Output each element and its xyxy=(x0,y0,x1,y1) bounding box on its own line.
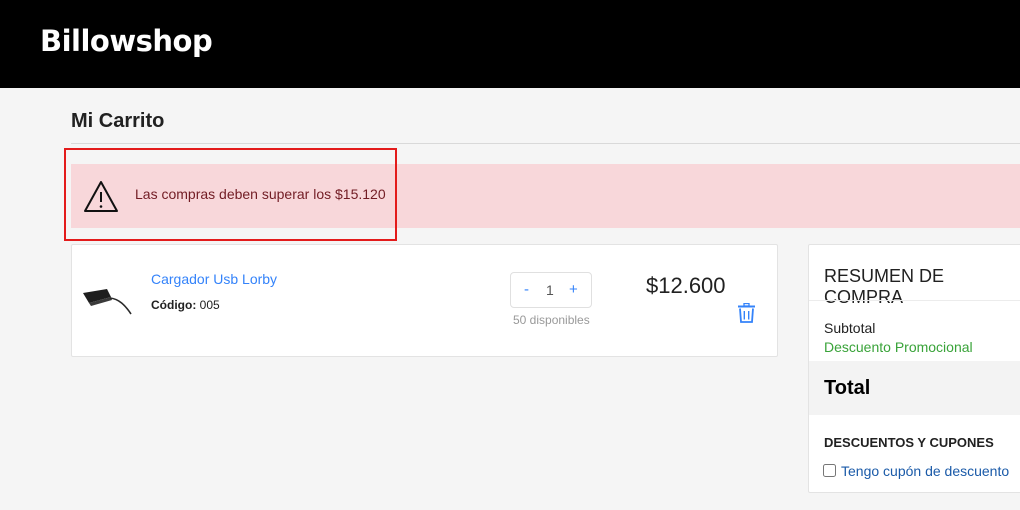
coupon-checkbox[interactable] xyxy=(823,464,836,477)
subtotal-label: Subtotal xyxy=(824,320,876,336)
stock-available: 50 disponibles xyxy=(513,313,590,327)
product-code: Código: 005 xyxy=(151,298,220,312)
quantity-value[interactable]: 1 xyxy=(546,282,554,298)
quantity-increase-button[interactable]: + xyxy=(569,281,578,298)
trash-icon[interactable] xyxy=(737,303,756,323)
product-code-label: Código: xyxy=(151,298,197,312)
summary-title: RESUMEN DE COMPRA xyxy=(824,266,945,307)
promo-discount-label: Descuento Promocional xyxy=(824,339,973,355)
product-name-link[interactable]: Cargador Usb Lorby xyxy=(151,271,277,287)
product-code-value: 005 xyxy=(199,298,220,312)
summary-divider xyxy=(809,300,1020,301)
site-logo[interactable]: Billowshop xyxy=(40,24,213,58)
quantity-stepper: - 1 + xyxy=(510,272,592,308)
discounts-title: DESCUENTOS Y CUPONES xyxy=(824,435,994,450)
alert-highlight-box xyxy=(64,148,397,241)
total-label: Total xyxy=(824,377,871,399)
coupon-label[interactable]: Tengo cupón de descuento xyxy=(841,463,1009,479)
page-title: Mi Carrito xyxy=(71,110,165,132)
product-image xyxy=(83,289,132,315)
quantity-decrease-button[interactable]: - xyxy=(524,281,529,298)
site-header: Billowshop xyxy=(0,0,1020,88)
title-divider xyxy=(71,143,1020,144)
product-price: $12.600 xyxy=(646,273,726,298)
